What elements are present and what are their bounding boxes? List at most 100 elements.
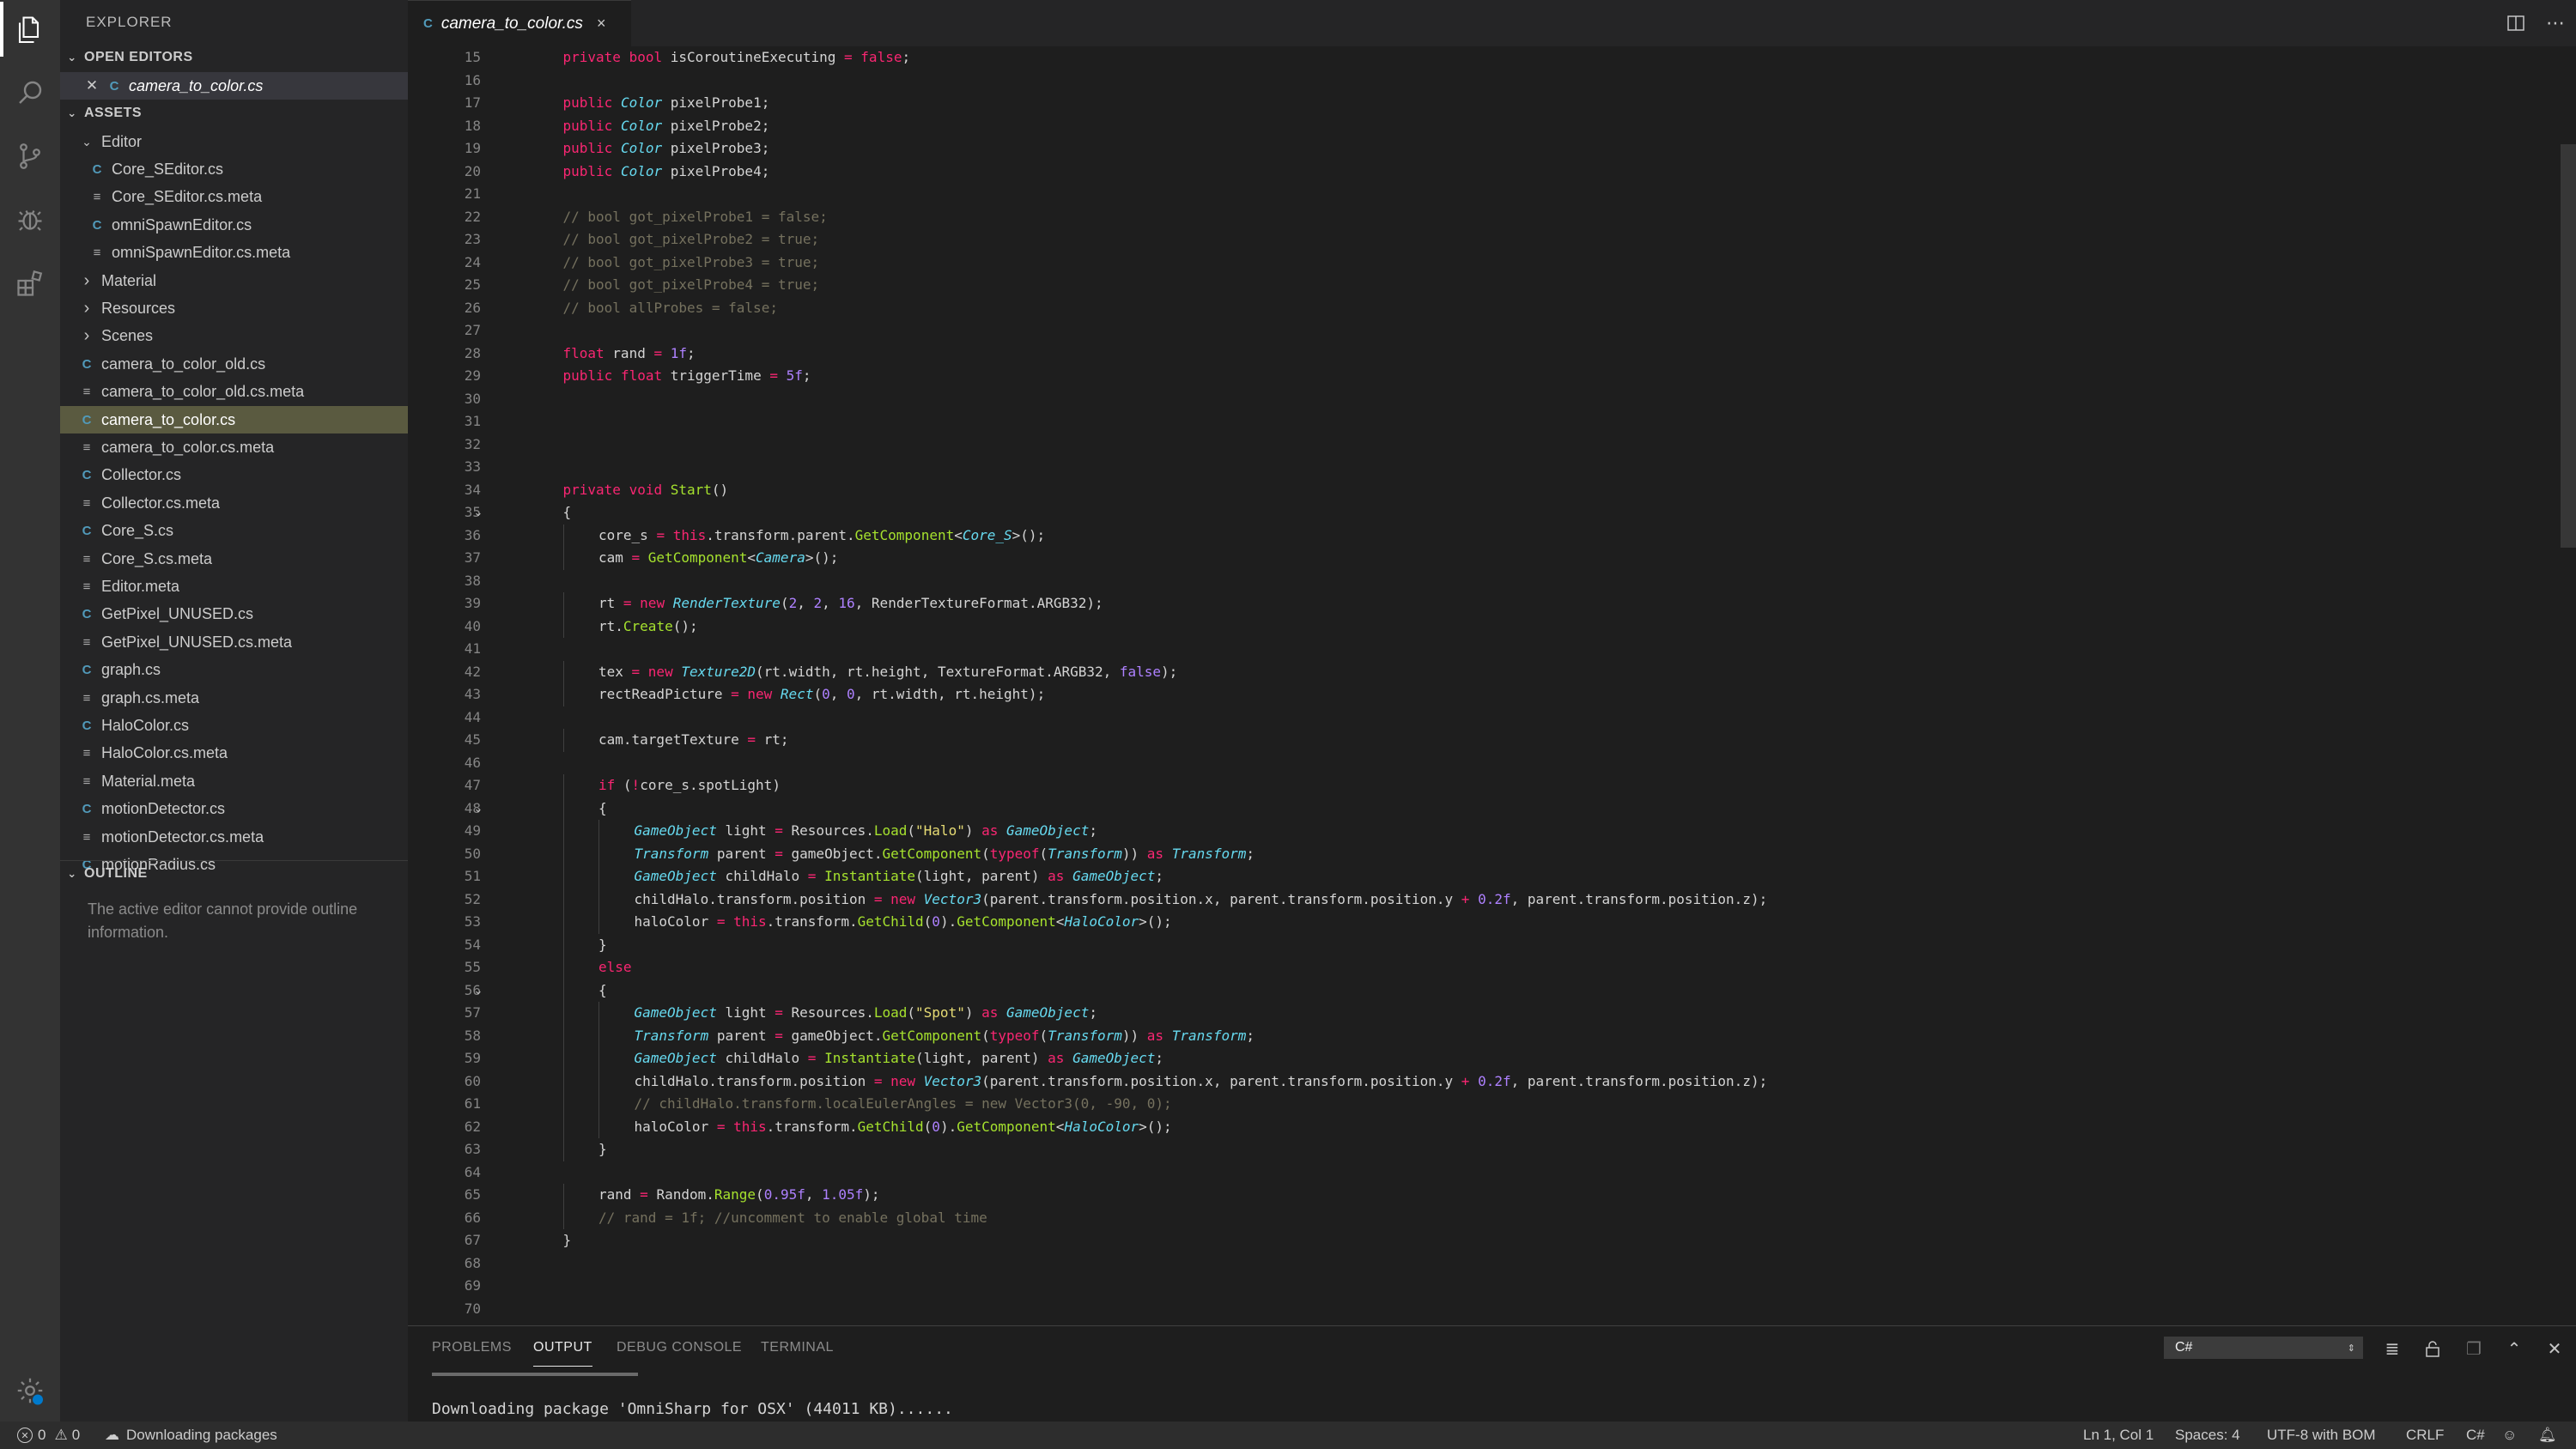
code-line[interactable]: private void Start(): [563, 479, 729, 502]
code-line[interactable]: // bool got_pixelProbe2 = true;: [563, 228, 820, 252]
explorer-icon[interactable]: [0, 2, 47, 57]
cursor-position[interactable]: Ln 1, Col 1: [2083, 1422, 2154, 1449]
tree-item[interactable]: ComniSpawnEditor.cs: [60, 211, 408, 239]
tab-close-icon[interactable]: ×: [597, 15, 606, 33]
code-line[interactable]: core_s = this.transform.parent.GetCompon…: [598, 524, 1045, 548]
debug-icon[interactable]: [13, 203, 47, 237]
code-line[interactable]: public float triggerTime = 5f;: [563, 365, 811, 388]
source-control-icon[interactable]: [13, 139, 47, 173]
code-area[interactable]: private bool isCoroutineExecuting = fals…: [527, 46, 2502, 1325]
tree-item[interactable]: ≡ Core_S.cs.meta: [60, 545, 408, 573]
tree-item[interactable]: C Core_S.cs: [60, 518, 408, 545]
tree-item[interactable]: C GetPixel_UNUSED.cs: [60, 601, 408, 628]
search-icon[interactable]: [13, 76, 47, 110]
fold-chevron-icon[interactable]: ⌄: [470, 501, 487, 524]
tree-item[interactable]: Ccamera_to_color.cs: [60, 406, 408, 433]
vertical-scrollbar[interactable]: [2561, 144, 2576, 548]
notifications-bell-icon[interactable]: 🔔︎: [2538, 1422, 2557, 1449]
code-line[interactable]: {: [598, 979, 607, 1003]
tree-item[interactable]: ≡ omniSpawnEditor.cs.meta: [60, 239, 408, 267]
tab-output[interactable]: OUTPUT: [533, 1340, 592, 1367]
code-line[interactable]: // bool got_pixelProbe1 = false;: [563, 206, 828, 229]
code-line[interactable]: GameObject light = Resources.Load("Halo"…: [635, 820, 1097, 843]
encoding-status[interactable]: UTF-8 with BOM: [2267, 1422, 2376, 1449]
split-editor-icon[interactable]: [2503, 10, 2529, 36]
fold-chevron-icon[interactable]: ⌄: [470, 979, 487, 1003]
code-line[interactable]: // bool got_pixelProbe3 = true;: [563, 252, 820, 275]
code-line[interactable]: // bool allProbes = false;: [563, 297, 778, 320]
tab-debug-console[interactable]: DEBUG CONSOLE: [617, 1340, 742, 1355]
code-line[interactable]: float rand = 1f;: [563, 343, 696, 366]
tree-item[interactable]: ≡ Material.meta: [60, 767, 408, 795]
feedback-smiley-icon[interactable]: ☺: [2502, 1422, 2517, 1449]
tree-item[interactable]: ≡ GetPixel_UNUSED.cs.meta: [60, 628, 408, 656]
assets-header[interactable]: ⌄ ASSETS: [60, 100, 408, 126]
tree-item[interactable]: ≡ motionDetector.cs.meta: [60, 823, 408, 851]
language-status[interactable]: C#: [2466, 1422, 2485, 1449]
lock-scroll-icon[interactable]: [2421, 1337, 2445, 1361]
code-line[interactable]: GameObject childHalo = Instantiate(light…: [635, 865, 1164, 888]
code-line[interactable]: rt = new RenderTexture(2, 2, 16, RenderT…: [598, 592, 1103, 615]
close-icon[interactable]: ✕: [84, 77, 100, 94]
tree-item[interactable]: ≡ HaloColor.cs.meta: [60, 740, 408, 767]
code-line[interactable]: {: [563, 501, 572, 524]
more-actions-icon[interactable]: ⋯: [2543, 10, 2568, 36]
fold-chevron-icon[interactable]: ⌄: [470, 797, 487, 821]
code-line[interactable]: public Color pixelProbe2;: [563, 115, 770, 138]
tree-item[interactable]: › Resources: [60, 294, 408, 322]
code-line[interactable]: GameObject childHalo = Instantiate(light…: [635, 1047, 1164, 1070]
code-editor[interactable]: 15 16 17 18 19 20 21 22 23 24 25 26 27 28 29 30 31 32 33 34…: [408, 46, 2576, 1325]
code-line[interactable]: Transform parent = gameObject.GetCompone…: [635, 843, 1255, 866]
code-line[interactable]: haloColor = this.transform.GetChild(0).G…: [635, 1116, 1172, 1139]
code-line[interactable]: public Color pixelProbe3;: [563, 137, 770, 161]
code-line[interactable]: rectReadPicture = new Rect(0, 0, rt.widt…: [598, 683, 1045, 706]
tree-item[interactable]: ≡ camera_to_color.cs.meta: [60, 433, 408, 461]
tree-item[interactable]: C HaloColor.cs: [60, 712, 408, 739]
code-line[interactable]: // bool got_pixelProbe4 = true;: [563, 274, 820, 297]
code-line[interactable]: // rand = 1f; //uncomment to enable glob…: [598, 1207, 987, 1230]
open-editors-header[interactable]: ⌄ OPEN EDITORS: [60, 45, 408, 70]
code-line[interactable]: haloColor = this.transform.GetChild(0).G…: [635, 911, 1172, 934]
open-editor-item[interactable]: ✕ C camera_to_color.cs: [60, 72, 408, 100]
tree-item[interactable]: CmotionDetector.cs: [60, 796, 408, 823]
extensions-icon[interactable]: [13, 266, 47, 300]
code-line[interactable]: GameObject light = Resources.Load("Spot"…: [635, 1002, 1097, 1025]
code-line[interactable]: private bool isCoroutineExecuting = fals…: [563, 46, 911, 70]
code-line[interactable]: // childHalo.transform.localEulerAngles …: [635, 1093, 1172, 1116]
code-line[interactable]: }: [598, 1138, 607, 1161]
code-line[interactable]: }: [563, 1229, 572, 1252]
tree-item[interactable]: › Material: [60, 267, 408, 294]
tab-camera-to-color[interactable]: C camera_to_color.cs ×: [408, 0, 631, 46]
close-panel-icon[interactable]: ✕: [2543, 1337, 2567, 1361]
eol-status[interactable]: CRLF: [2406, 1422, 2444, 1449]
code-line[interactable]: else: [598, 956, 632, 979]
task-status[interactable]: ☁ Downloading packages: [105, 1422, 277, 1449]
code-line[interactable]: {: [598, 797, 607, 821]
code-line[interactable]: if (!core_s.spotLight): [598, 774, 781, 797]
tree-item[interactable]: ≡ graph.cs.meta: [60, 684, 408, 712]
clear-output-icon[interactable]: ≣: [2380, 1337, 2404, 1361]
code-line[interactable]: childHalo.transform.position = new Vecto…: [635, 1070, 1768, 1094]
tree-item[interactable]: Cgraph.cs: [60, 657, 408, 684]
indentation-status[interactable]: Spaces: 4: [2175, 1422, 2240, 1449]
tree-item[interactable]: ≡ Editor.meta: [60, 573, 408, 600]
problems-status[interactable]: ✕ 0 ⚠ 0: [17, 1422, 80, 1449]
code-line[interactable]: Transform parent = gameObject.GetCompone…: [635, 1025, 1255, 1048]
code-line[interactable]: rt.Create();: [598, 615, 698, 639]
code-line[interactable]: tex = new Texture2D(rt.width, rt.height,…: [598, 661, 1177, 684]
outline-header[interactable]: ⌄ OUTLINE: [60, 860, 408, 887]
code-line[interactable]: public Color pixelProbe1;: [563, 92, 770, 115]
code-line[interactable]: }: [598, 934, 607, 957]
tab-terminal[interactable]: TERMINAL: [761, 1340, 834, 1355]
tab-problems[interactable]: PROBLEMS: [432, 1340, 512, 1355]
tree-item[interactable]: ≡ Core_SEditor.cs.meta: [60, 184, 408, 211]
code-line[interactable]: childHalo.transform.position = new Vecto…: [635, 888, 1768, 912]
tree-item[interactable]: ≡ camera_to_color_old.cs.meta: [60, 379, 408, 406]
tree-item[interactable]: Ccamera_to_color_old.cs: [60, 350, 408, 378]
code-line[interactable]: public Color pixelProbe4;: [563, 161, 770, 184]
output-channel-select[interactable]: C# ⇕: [2164, 1337, 2363, 1359]
code-line[interactable]: cam.targetTexture = rt;: [598, 729, 789, 752]
maximize-panel-icon[interactable]: ⌃: [2502, 1337, 2526, 1361]
open-log-icon[interactable]: ❐: [2462, 1337, 2486, 1361]
code-line[interactable]: rand = Random.Range(0.95f, 1.05f);: [598, 1184, 880, 1207]
